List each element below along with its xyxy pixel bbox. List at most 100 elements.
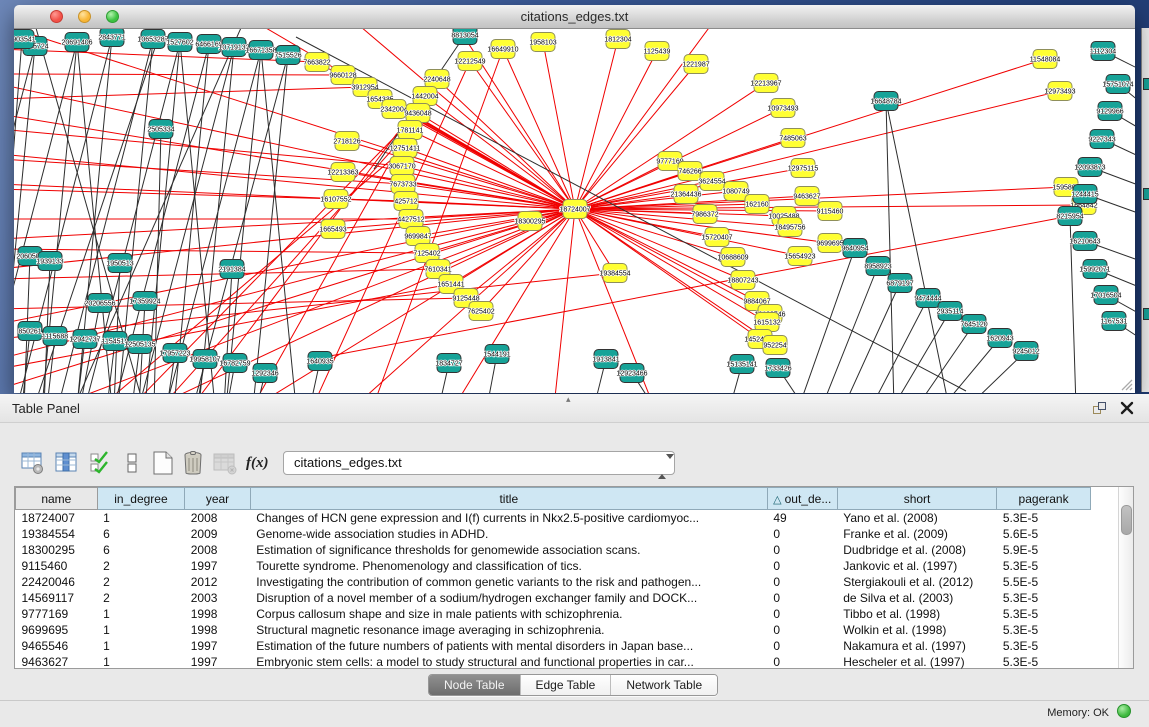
graph-node[interactable]: 952254 [763,336,787,355]
table-cell[interactable]: 0 [767,558,837,574]
graph-node[interactable]: 2191384 [218,260,245,279]
graph-node[interactable]: 12751411 [390,139,421,158]
graph-node[interactable]: 16671358 [245,41,276,60]
graph-node[interactable]: 12093873 [1074,158,1105,177]
table-cell[interactable]: 0 [767,638,837,654]
graph-node[interactable]: 12213363 [327,163,358,182]
table-cell[interactable]: 0 [767,654,837,670]
tab-edge-table[interactable]: Edge Table [520,675,611,695]
graph-node[interactable]: 18300295 [514,212,545,231]
table-row[interactable]: 977716911998Corpus callosum shape and si… [16,606,1119,622]
table-cell[interactable]: 9699695 [16,622,98,638]
graph-node[interactable]: 15654923 [784,247,815,266]
table-row[interactable]: 1938455462009Genome-wide association stu… [16,526,1119,542]
table-settings-icon[interactable] [20,450,46,476]
graph-node[interactable]: 1781141 [397,121,424,140]
graph-node[interactable]: 3067170 [388,157,415,176]
table-cell[interactable]: 2008 [185,510,251,527]
graph-node[interactable]: 9115460 [817,202,844,221]
table-cell[interactable]: 2003 [185,590,251,606]
graph-node[interactable]: 7673733 [389,175,416,194]
graph-node[interactable]: 15992071 [1079,260,1110,279]
graph-node[interactable]: 7986372 [691,205,718,224]
column-header-year[interactable]: year [185,488,251,510]
table-cell[interactable]: 1 [97,638,185,654]
graph-node[interactable]: 9699847 [404,227,431,246]
table-cell[interactable]: 18724007 [16,510,98,527]
graph-node[interactable]: 7663822 [303,53,330,72]
graph-node[interactable]: 1640935 [306,352,333,371]
graph-node[interactable]: 1615132 [753,313,780,332]
graph-node[interactable]: 16107552 [320,190,351,209]
graph-node[interactable]: 20691406 [61,33,92,52]
resize-grip-icon[interactable] [1119,377,1133,391]
graph-node[interactable]: 11548084 [1030,50,1061,69]
table-cell[interactable]: 9777169 [16,606,98,622]
graph-node[interactable]: 12505135 [124,335,155,354]
graph-node[interactable]: 2240648 [423,70,450,89]
graph-node[interactable]: 1125439 [644,42,671,61]
show-columns-icon[interactable] [54,450,80,476]
table-cell[interactable]: Disruption of a novel member of a sodium… [250,590,767,606]
tab-network-table[interactable]: Network Table [610,675,717,695]
close-panel-button[interactable] [1119,400,1135,416]
table-cell[interactable]: 2 [97,574,185,590]
table-cell[interactable]: 1 [97,510,185,527]
table-cell[interactable]: 5.6E-5 [997,526,1090,542]
table-cell[interactable]: 19384554 [16,526,98,542]
column-header-pagerank[interactable]: pagerank [997,488,1090,510]
table-row[interactable]: 1872400712008Changes of HCN gene express… [16,510,1119,527]
graph-node[interactable]: 1221987 [682,55,709,74]
graph-node[interactable]: 9245012 [1012,342,1039,361]
column-header-in-degree[interactable]: in_degree [97,488,185,510]
table-cell[interactable]: Franke et al. (2009) [837,526,997,542]
column-header-short[interactable]: short [837,488,997,510]
graph-node[interactable]: 15135141 [726,355,757,374]
table-row[interactable]: 946554611997Estimation of the future num… [16,638,1119,654]
table-cell[interactable]: Dudbridge et al. (2008) [837,542,997,558]
graph-node[interactable]: 2935114 [937,302,964,321]
table-cell[interactable]: Changes of HCN gene expression and I(f) … [250,510,767,527]
table-cell[interactable]: 5.3E-5 [997,638,1090,654]
table-cell[interactable]: 1997 [185,558,251,574]
table-cell[interactable]: 1 [97,606,185,622]
graph-node[interactable]: 6879197 [886,274,913,293]
table-cell[interactable]: Embryonic stem cells: a model to study s… [250,654,767,670]
table-cell[interactable]: 2008 [185,542,251,558]
graph-node[interactable]: 16648784 [870,92,901,111]
table-cell[interactable]: 0 [767,606,837,622]
graph-node[interactable]: 1903541 [14,30,36,49]
tab-node-table[interactable]: Node Table [429,675,520,695]
window-titlebar[interactable]: citations_edges.txt [14,5,1135,29]
table-cell[interactable]: 2012 [185,574,251,590]
table-cell[interactable]: 5.3E-5 [997,510,1090,527]
table-cell[interactable]: 5.3E-5 [997,654,1090,670]
graph-node[interactable]: 12213967 [750,74,781,93]
graph-node[interactable]: 17359924 [129,292,160,311]
table-select-combobox[interactable]: citations_edges.txt [283,451,675,475]
table-cell[interactable]: Estimation of the future numbers of pati… [250,638,767,654]
graph-node[interactable]: 1527602 [166,33,193,52]
graph-node[interactable]: 16649910 [487,40,518,59]
table-cell[interactable]: 22420046 [16,574,98,590]
table-row[interactable]: 911546021997Tourette syndrome. Phenomeno… [16,558,1119,574]
table-cell[interactable]: 9463627 [16,654,98,670]
table-cell[interactable]: 1997 [185,638,251,654]
graph-node[interactable]: 7645120 [960,315,987,334]
graph-node[interactable]: 1733426 [764,359,791,378]
graph-node[interactable]: 1939133 [36,252,63,271]
graph-node[interactable]: 17016504 [1090,286,1121,305]
graph-node[interactable]: 1167531 [1101,312,1128,331]
delete-table-icon[interactable] [180,450,206,476]
table-cell[interactable]: Genome-wide association studies in ADHD. [250,526,767,542]
table-row[interactable]: 946362711997Embryonic stem cells: a mode… [16,654,1119,670]
table-cell[interactable]: Investigating the contribution of common… [250,574,767,590]
graph-node[interactable]: 1112304 [1090,42,1116,61]
graph-node[interactable]: 7515526 [274,46,301,65]
network-canvas[interactable]: 1872400790557242069140628437711065328715… [14,29,1135,393]
table-cell[interactable]: 5.3E-5 [997,590,1090,606]
table-cell[interactable]: 5.9E-5 [997,542,1090,558]
table-cell[interactable]: Structural magnetic resonance image aver… [250,622,767,638]
graph-node[interactable]: 7485063 [779,129,806,148]
graph-node[interactable]: 15720407 [701,228,732,247]
